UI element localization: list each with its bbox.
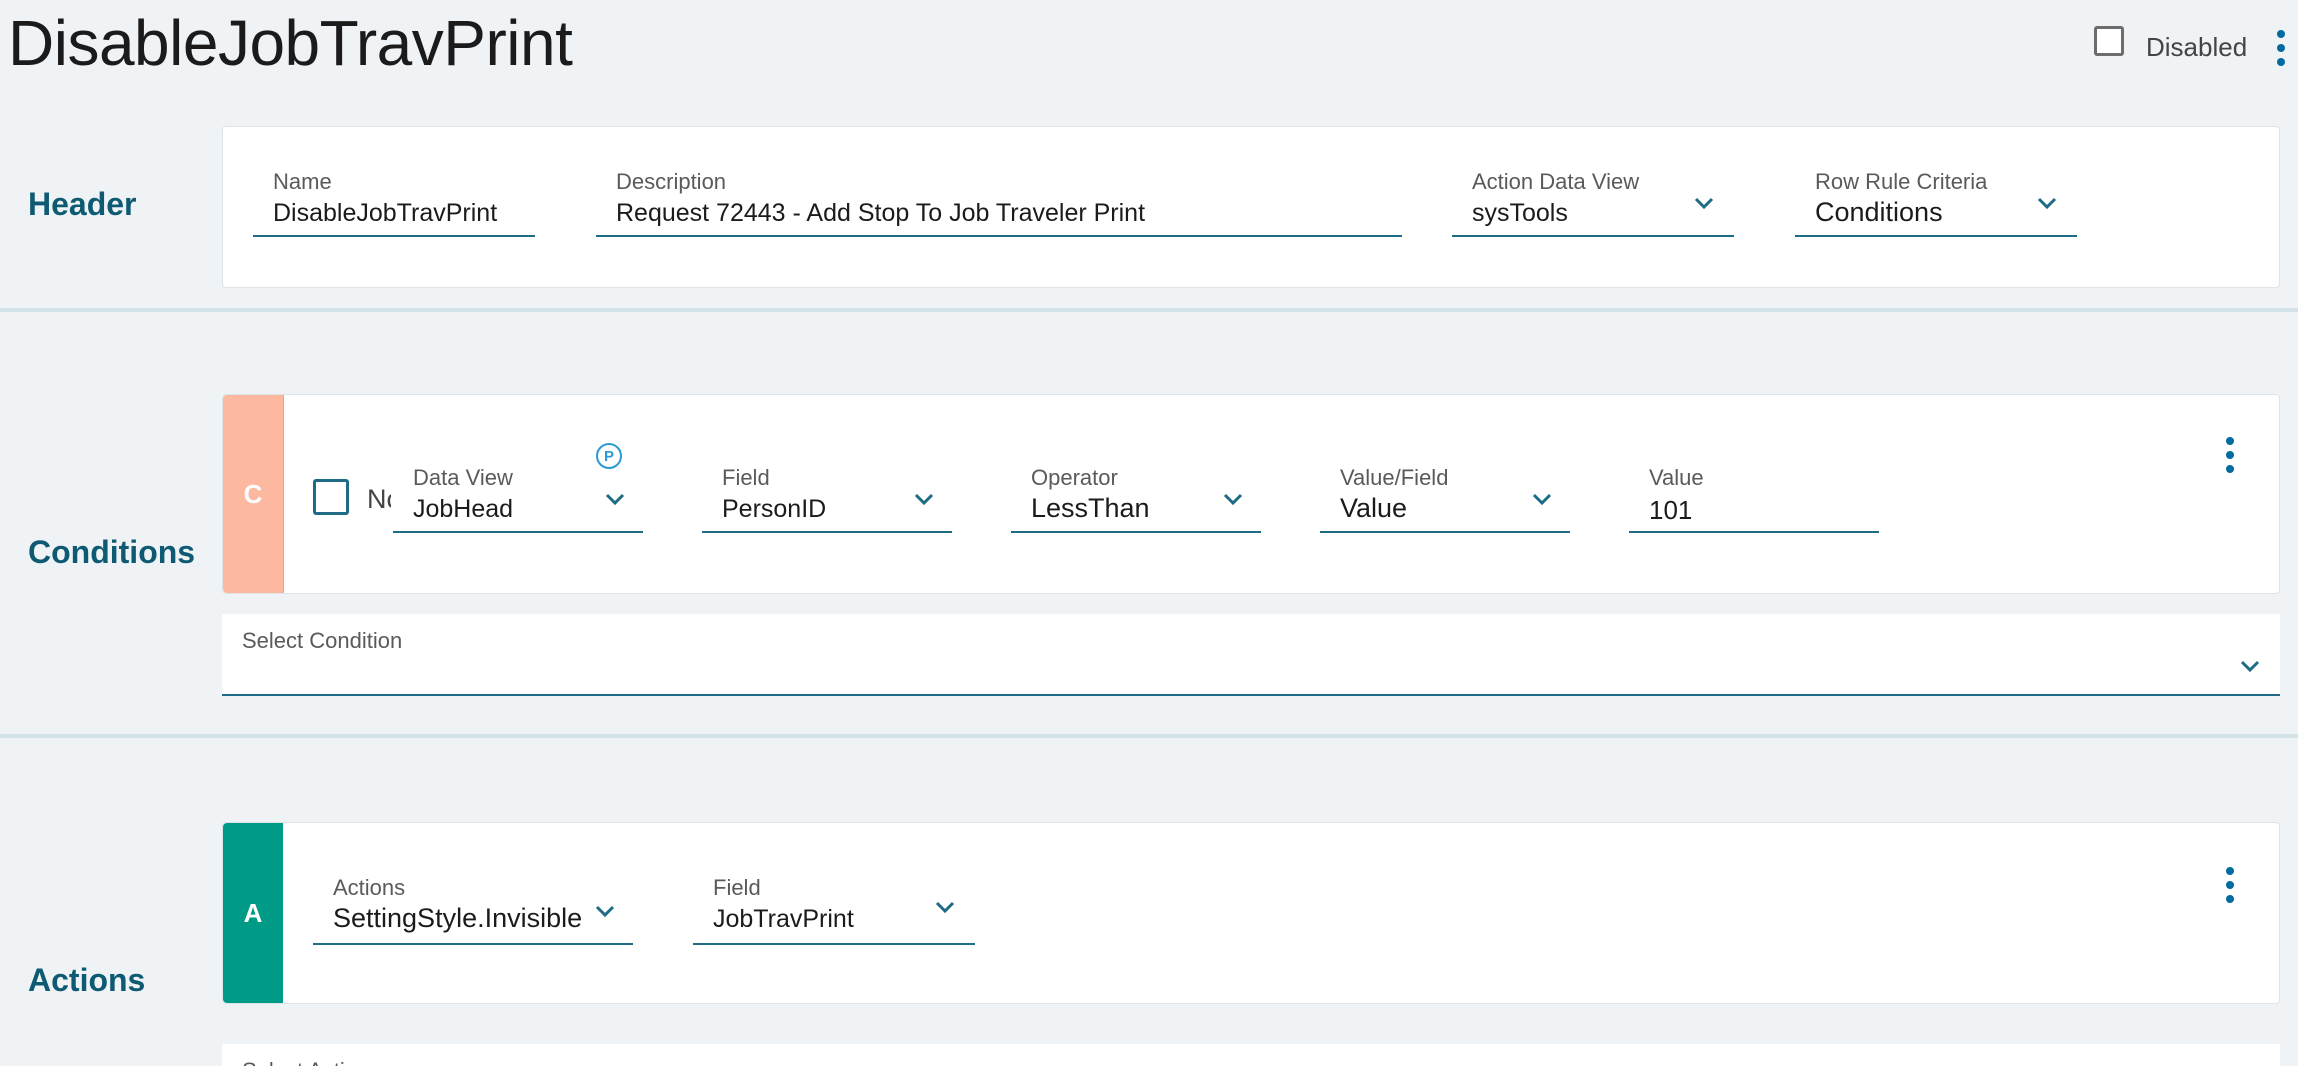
action-field-select[interactable]: Field JobTravPrint (693, 875, 975, 945)
condition-field-select[interactable]: Field PersonID (702, 465, 952, 533)
header-card: Name Description Action Data View sysToo… (222, 126, 2280, 288)
action-field-label: Field (713, 875, 761, 900)
value-label: Value (1649, 465, 1704, 490)
chevron-down-icon[interactable] (912, 491, 936, 507)
action-tag: A (223, 823, 283, 1003)
action-data-view-label: Action Data View (1472, 169, 1640, 194)
row-rule-criteria-label: Row Rule Criteria (1815, 169, 1988, 194)
chevron-down-icon[interactable] (603, 491, 627, 507)
value-field-label: Value/Field (1340, 465, 1449, 490)
not-checkbox[interactable] (313, 479, 349, 515)
section-divider (0, 308, 2298, 312)
condition-value-field[interactable]: Value (1629, 465, 1879, 533)
action-menu-kebab-icon[interactable] (2223, 863, 2237, 907)
disabled-label: Disabled (2146, 32, 2248, 62)
field-label: Field (722, 465, 770, 490)
action-data-view-select[interactable]: Action Data View sysTools (1452, 169, 1734, 237)
condition-menu-kebab-icon[interactable] (2223, 433, 2237, 477)
value-field-value: Value (1340, 493, 1408, 523)
section-label-actions: Actions (28, 962, 146, 998)
chevron-down-icon[interactable] (593, 903, 617, 919)
condition-operator-select[interactable]: Operator LessThan (1011, 465, 1261, 533)
data-view-value: JobHead (413, 495, 514, 523)
actions-value: SettingStyle.Invisible (333, 903, 583, 933)
action-field-value: JobTravPrint (713, 905, 854, 933)
select-condition-label: Select Condition (242, 628, 403, 653)
not-label: Nc (367, 484, 391, 514)
row-rule-criteria-value: Conditions (1815, 197, 1943, 227)
name-label: Name (273, 169, 332, 194)
row-rule-editor: DisableJobTravPrint Disabled Header Name… (0, 0, 2298, 1066)
chevron-down-icon[interactable] (2035, 195, 2059, 211)
chevron-down-icon[interactable] (1692, 195, 1716, 211)
select-action-dropdown[interactable]: Select Action (222, 1044, 2280, 1066)
condition-tag: C (223, 395, 284, 593)
chevron-down-icon[interactable] (1221, 491, 1245, 507)
top-controls: Disabled (2078, 22, 2298, 72)
action-data-view-value: sysTools (1472, 199, 1568, 227)
section-label-conditions: Conditions (28, 534, 196, 570)
section-label-header: Header (28, 186, 137, 222)
description-label: Description (616, 169, 727, 194)
page-menu-kebab-icon[interactable] (2274, 26, 2288, 70)
section-divider (0, 734, 2298, 738)
value-input[interactable] (1649, 495, 1869, 526)
actions-label: Actions (333, 875, 406, 900)
condition-card: C Nc P Data View JobHead Field PersonID … (222, 394, 2280, 594)
select-action-label: Select Action (242, 1058, 369, 1066)
disabled-checkbox[interactable] (2094, 26, 2124, 56)
data-view-label: Data View (413, 465, 513, 490)
description-input[interactable] (616, 199, 1386, 228)
name-input[interactable] (273, 199, 535, 228)
select-condition-dropdown[interactable]: Select Condition (222, 614, 2280, 696)
description-field[interactable]: Description (596, 169, 1402, 237)
condition-data-view-select[interactable]: Data View JobHead (393, 465, 643, 533)
chevron-down-icon[interactable] (933, 899, 957, 915)
action-card: A Actions SettingStyle.Invisible Field J… (222, 822, 2280, 1004)
operator-label: Operator (1031, 465, 1118, 490)
operator-value: LessThan (1031, 493, 1150, 523)
chevron-down-icon[interactable] (2238, 658, 2262, 674)
chevron-down-icon[interactable] (1530, 491, 1554, 507)
field-value: PersonID (722, 495, 827, 523)
action-type-select[interactable]: Actions SettingStyle.Invisible (313, 875, 633, 945)
page-title: DisableJobTravPrint (8, 7, 573, 79)
name-field[interactable]: Name (253, 169, 535, 237)
row-rule-criteria-select[interactable]: Row Rule Criteria Conditions (1795, 169, 2077, 237)
condition-value-field-select[interactable]: Value/Field Value (1320, 465, 1570, 533)
